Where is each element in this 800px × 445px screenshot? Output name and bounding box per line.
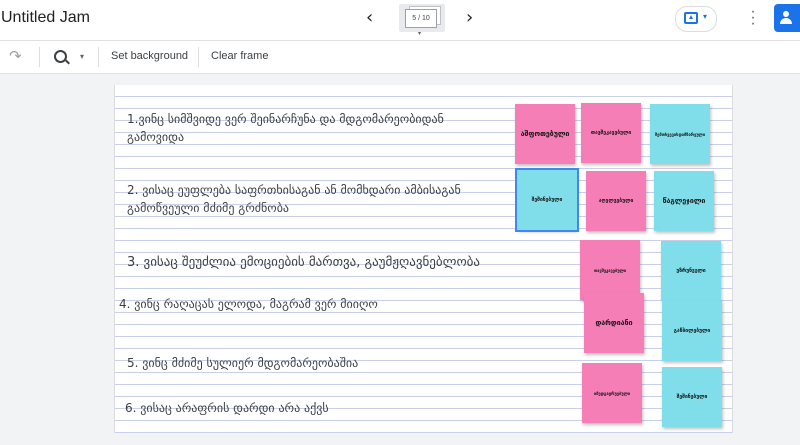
set-background-button[interactable]: Set background	[111, 50, 188, 62]
sticky-note[interactable]: თავშეკავებული	[580, 240, 640, 300]
question-text: 1.ვინც სიმშვიდე ვერ შეინარჩუნა და მდგომა…	[127, 112, 444, 126]
question-text: გამოვიდა	[127, 130, 185, 144]
zoom-in-icon[interactable]	[54, 50, 67, 63]
zoom-dropdown-icon[interactable]: ▾	[80, 52, 84, 61]
frame-counter: 5 / 10	[405, 9, 437, 28]
sticky-note[interactable]: დარდიანი	[584, 293, 644, 353]
toolbar: ↷ ▾ Set background Clear frame	[0, 41, 800, 74]
document-title[interactable]: Untitled Jam	[1, 9, 90, 27]
chevron-right-icon[interactable]: ›	[466, 9, 473, 27]
clear-frame-button[interactable]: Clear frame	[211, 50, 268, 62]
add-person-icon-body	[780, 18, 792, 24]
app-header: Untitled Jam ‹ 5 / 10 ▾ › ▾ · · ·	[0, 0, 800, 41]
sticky-note[interactable]: იმედგაცრუებული	[582, 363, 642, 423]
sticky-note[interactable]: შემთხვევისდამზარეული	[650, 104, 710, 164]
question-text: 6. ვისაც არაფრის დარდი არა აქვს	[125, 401, 329, 415]
add-person-button[interactable]	[774, 4, 800, 32]
question-text: 2. ვისაც ეუფლება საფრთხისაგან ან მომხდარ…	[127, 183, 461, 197]
frame-indicator[interactable]: 5 / 10 ▾	[399, 4, 445, 37]
sticky-note[interactable]: წაგლეჯილი	[654, 171, 714, 231]
question-text: 4. ვინც რაღაცას ელოდა, მაგრამ ვერ მიიღო	[119, 297, 378, 311]
sticky-note[interactable]: აღელვებული	[586, 171, 646, 231]
question-text: 3. ვისაც შეუძლია ემოციების მართვა, გაუმჟ…	[127, 255, 480, 270]
present-button[interactable]: ▾	[675, 6, 717, 32]
sticky-note-selected[interactable]: შეშინებული	[515, 168, 579, 232]
present-icon	[684, 12, 698, 24]
jam-canvas[interactable]: 1.ვინც სიმშვიდე ვერ შეინარჩუნა და მდგომა…	[114, 85, 733, 433]
add-person-icon	[783, 11, 789, 17]
sticky-note[interactable]: შეშინებული	[662, 367, 722, 427]
sticky-note[interactable]: თავშეკავებული	[581, 103, 641, 163]
sticky-note[interactable]: გაწბილებული	[662, 301, 722, 361]
question-text: 5. ვინც მძიმე სულიერ მდგომარეობაშია	[127, 356, 359, 370]
sticky-note[interactable]: უზრუნველი	[661, 241, 721, 301]
redo-icon[interactable]: ↷	[9, 47, 22, 65]
toolbar-divider	[39, 47, 40, 67]
chevron-left-icon[interactable]: ‹	[366, 9, 373, 27]
chevron-down-icon: ▾	[703, 12, 708, 21]
caret-down-icon: ▾	[418, 31, 422, 37]
question-text: გამოწვეული მძიმე გრძნობა	[127, 201, 290, 215]
more-vert-icon[interactable]: · · ·	[748, 4, 758, 32]
sticky-note[interactable]: აშფოთებული	[515, 104, 575, 164]
toolbar-divider	[98, 47, 99, 67]
toolbar-divider	[198, 47, 199, 67]
